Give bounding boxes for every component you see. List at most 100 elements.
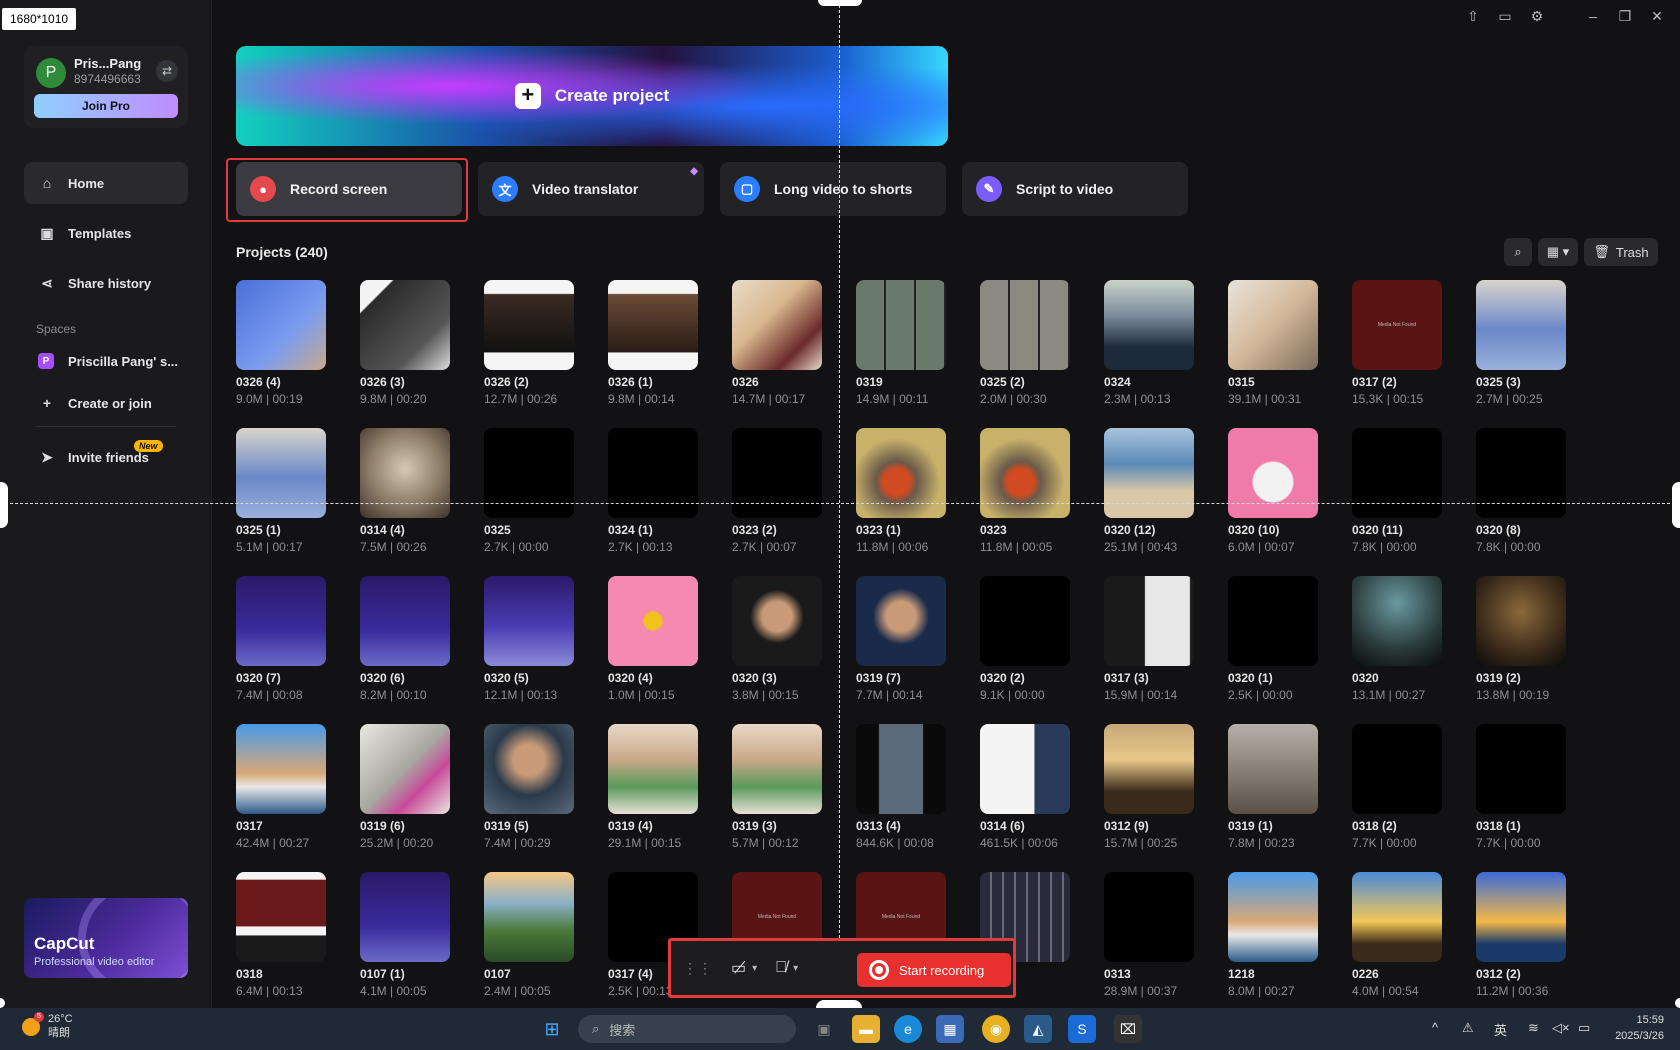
taskbar-search[interactable]: ⌕ 搜索 [578,1015,796,1043]
project-thumbnail[interactable] [1104,872,1194,962]
project-thumbnail[interactable] [608,428,698,518]
edge-icon[interactable]: e [894,1015,922,1043]
project-thumbnail[interactable] [1228,428,1318,518]
project-card[interactable]: 0323 (1) 11.8M | 00:06 [856,428,946,554]
project-thumbnail[interactable] [1228,576,1318,666]
project-thumbnail[interactable] [1352,872,1442,962]
project-thumbnail[interactable] [1476,576,1566,666]
project-card[interactable]: 0315 39.1M | 00:31 [1228,280,1318,406]
project-card[interactable]: 0320 (6) 8.2M | 00:10 [360,576,450,702]
camera-off-icon[interactable]: ▭̸ [731,958,746,978]
join-pro-button[interactable]: Join Pro [34,94,178,118]
project-thumbnail[interactable] [732,724,822,814]
project-card[interactable]: 0326 (2) 12.7M | 00:26 [484,280,574,406]
battery-icon[interactable]: ▭ [1578,1020,1590,1036]
project-thumbnail[interactable] [236,724,326,814]
project-thumbnail[interactable] [484,724,574,814]
sidebar-item-create-or-join[interactable]: + Create or join [24,382,188,424]
project-thumbnail[interactable] [360,872,450,962]
sidebar-item-space[interactable]: P Priscilla Pang' s... [24,340,188,382]
view-toggle-icon[interactable]: ▦ ▾ [1538,238,1578,266]
project-thumbnail[interactable] [608,724,698,814]
chrome-icon[interactable]: ◉ [982,1015,1010,1043]
start-recording-button[interactable]: Start recording [857,953,1011,987]
project-thumbnail[interactable] [1104,724,1194,814]
resize-handle-top[interactable] [818,0,862,6]
project-thumbnail[interactable] [980,280,1070,370]
start-icon[interactable]: ⊞ [538,1015,566,1043]
project-thumbnail[interactable] [484,872,574,962]
network-off-icon[interactable]: ⚠ [1462,1020,1474,1036]
project-card[interactable]: Media Not Found 0317 (2) 15.3K | 00:15 [1352,280,1442,406]
file-explorer-icon[interactable]: ▬ [852,1015,880,1043]
volume-muted-icon[interactable]: ◁× [1552,1020,1570,1036]
project-card[interactable]: 0320 (4) 1.0M | 00:15 [608,576,698,702]
project-card[interactable]: 1218 8.0M | 00:27 [1228,872,1318,998]
project-thumbnail[interactable] [1476,280,1566,370]
project-card[interactable]: 0320 (3) 3.8M | 00:15 [732,576,822,702]
project-card[interactable]: 0319 (2) 13.8M | 00:19 [1476,576,1566,702]
maximize-icon[interactable]: ❐ [1616,8,1634,25]
project-thumbnail[interactable] [856,576,946,666]
project-card[interactable]: 0320 (8) 7.8K | 00:00 [1476,428,1566,554]
project-card[interactable]: 0318 (2) 7.7K | 00:00 [1352,724,1442,850]
project-thumbnail[interactable] [1352,724,1442,814]
avatar[interactable]: P [36,58,66,88]
skype-icon[interactable]: S [1068,1015,1096,1043]
project-card[interactable]: 0325 (3) 2.7M | 00:25 [1476,280,1566,406]
project-thumbnail[interactable] [1104,280,1194,370]
project-thumbnail[interactable] [980,576,1070,666]
create-project-button[interactable]: + Create project [236,46,948,146]
feedback-icon[interactable]: ▭ [1496,8,1514,25]
script-to-video-button[interactable]: ✎ Script to video [962,162,1188,216]
project-card[interactable]: 0319 14.9M | 00:11 [856,280,946,406]
resize-handle-left[interactable] [0,482,8,528]
project-card[interactable]: 0319 (3) 5.7M | 00:12 [732,724,822,850]
project-card[interactable]: 0324 2.3M | 00:13 [1104,280,1194,406]
drag-handle-icon[interactable]: ⋮⋮ [683,960,713,977]
project-thumbnail[interactable] [1476,724,1566,814]
tray-chevron-icon[interactable]: ^ [1432,1020,1438,1035]
store-icon[interactable]: ▦ [936,1015,964,1043]
project-card[interactable]: 0326 14.7M | 00:17 [732,280,822,406]
sidebar-item-home[interactable]: ⌂ Home [24,162,188,204]
capcut-promo-card[interactable]: CapCut Professional video editor [24,898,188,978]
minimize-icon[interactable]: – [1584,8,1602,25]
chevron-down-icon[interactable]: ▾ [793,963,798,974]
project-card[interactable]: 0323 (2) 2.7K | 00:07 [732,428,822,554]
project-thumbnail[interactable]: Media Not Found [1352,280,1442,370]
upload-icon[interactable]: ⇧ [1464,8,1482,25]
project-card[interactable]: 0325 2.7K | 00:00 [484,428,574,554]
chevron-down-icon[interactable]: ▾ [752,963,757,974]
project-thumbnail[interactable] [484,428,574,518]
task-view-icon[interactable]: ▣ [810,1015,838,1043]
project-card[interactable]: 0319 (7) 7.7M | 00:14 [856,576,946,702]
project-card[interactable]: 0324 (1) 2.7K | 00:13 [608,428,698,554]
project-thumbnail[interactable] [1104,576,1194,666]
project-thumbnail[interactable] [1228,872,1318,962]
corner-handle[interactable] [1675,998,1680,1008]
project-thumbnail[interactable] [732,576,822,666]
project-card[interactable]: 0320 (2) 9.1K | 00:00 [980,576,1070,702]
project-thumbnail[interactable] [484,576,574,666]
project-card[interactable]: 0313 28.9M | 00:37 [1104,872,1194,998]
project-thumbnail[interactable] [236,280,326,370]
project-card[interactable]: 0326 (4) 9.0M | 00:19 [236,280,326,406]
project-card[interactable]: 0326 (1) 9.8M | 00:14 [608,280,698,406]
project-card[interactable]: 0312 (9) 15.7M | 00:25 [1104,724,1194,850]
project-card[interactable]: 0317 42.4M | 00:27 [236,724,326,850]
ime-indicator[interactable]: 英 [1494,1020,1507,1039]
project-card[interactable]: 0313 (4) 844.6K | 00:08 [856,724,946,850]
project-thumbnail[interactable] [360,428,450,518]
project-card[interactable]: 0320 (10) 6.0M | 00:07 [1228,428,1318,554]
sidebar-item-invite-friends[interactable]: ➤ Invite friends [24,436,188,478]
project-thumbnail[interactable] [1476,872,1566,962]
long-video-to-shorts-button[interactable]: ▢ Long video to shorts [720,162,946,216]
project-card[interactable]: 0320 (5) 12.1M | 00:13 [484,576,574,702]
switch-account-icon[interactable]: ⇄ [156,60,178,82]
project-card[interactable]: 0326 (3) 9.8M | 00:20 [360,280,450,406]
capcut-taskbar-icon[interactable]: ⌧ [1114,1015,1142,1043]
sidebar-item-share-history[interactable]: ⋖ Share history [24,262,188,304]
user-card[interactable]: P Pris...Pang 8974496663 ⇄ Join Pro [24,46,188,128]
resize-handle-bottom[interactable] [816,1000,862,1008]
